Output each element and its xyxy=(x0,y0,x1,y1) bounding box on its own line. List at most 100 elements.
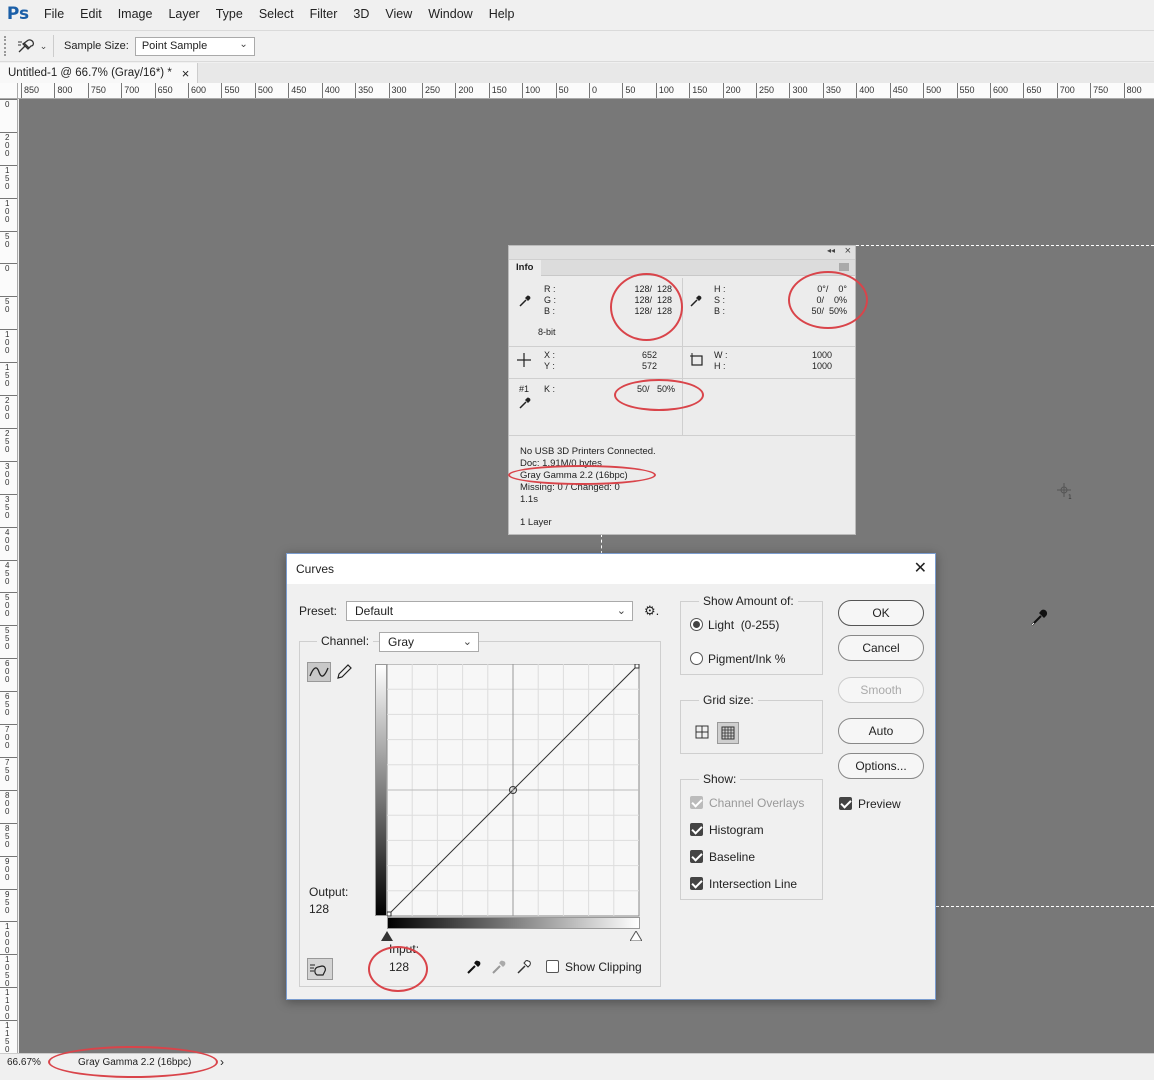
menu-edit[interactable]: Edit xyxy=(72,7,110,21)
preview-checkbox[interactable] xyxy=(839,797,852,810)
preview-label[interactable]: Preview xyxy=(858,797,901,811)
ruler-tick-label: 250 xyxy=(424,85,440,95)
tool-preset-picker[interactable]: ⌄ xyxy=(10,35,54,57)
histogram-checkbox[interactable] xyxy=(690,823,703,836)
show-clipping-label[interactable]: Show Clipping xyxy=(565,960,642,974)
grid-simple-button[interactable] xyxy=(692,722,712,742)
tab-info[interactable]: Info xyxy=(509,260,541,276)
menu-image[interactable]: Image xyxy=(110,7,161,21)
zoom-level[interactable]: 66.67% xyxy=(7,1057,41,1068)
black-eyedropper-icon[interactable] xyxy=(465,958,483,976)
color-sampler-marker-icon[interactable]: 1 xyxy=(1056,482,1074,500)
sample-size-select[interactable]: Point Sample ⌄ xyxy=(134,36,255,56)
collapse-icon[interactable]: ◂◂ xyxy=(827,246,835,255)
ruler-tick-label: 5 0 xyxy=(5,297,10,315)
pencil-icon[interactable] xyxy=(335,663,353,681)
menu-view[interactable]: View xyxy=(377,7,420,21)
h-label: H : xyxy=(714,361,726,371)
close-icon[interactable]: × xyxy=(845,245,851,257)
curves-dialog: Curves ✕ Preset: Default ⌄ ⚙. Channel: G… xyxy=(286,553,936,1000)
close-icon[interactable]: × xyxy=(182,66,190,81)
ruler-tick xyxy=(1056,83,1058,98)
horizontal-ruler[interactable]: 850 800 750 700 650 600 550 500 450 400 350 300 250 2… xyxy=(18,83,1154,99)
selection-marquee-top xyxy=(856,245,1154,246)
ruler-tick xyxy=(0,197,17,199)
channel-overlays-checkbox[interactable] xyxy=(690,796,703,809)
ok-button[interactable]: OK xyxy=(838,600,924,626)
close-icon[interactable]: ✕ xyxy=(914,558,927,578)
intersection-line-checkbox[interactable] xyxy=(690,877,703,890)
light-radio-label[interactable]: Light (0-255) xyxy=(708,618,779,632)
menu-layer[interactable]: Layer xyxy=(160,7,207,21)
curves-titlebar[interactable]: Curves ✕ xyxy=(287,554,935,584)
ruler-tick-label: 250 xyxy=(759,85,775,95)
pigment-radio[interactable] xyxy=(690,652,703,665)
eyedropper-icon xyxy=(519,397,531,409)
ruler-tick xyxy=(589,83,590,98)
menu-select[interactable]: Select xyxy=(251,7,302,21)
status-menu-arrow-icon[interactable]: › xyxy=(220,1055,224,1069)
baseline-checkbox[interactable] xyxy=(690,850,703,863)
ruler-tick xyxy=(0,724,17,726)
grid-detailed-button[interactable] xyxy=(717,722,739,744)
output-value[interactable]: 128 xyxy=(309,902,329,916)
cancel-button[interactable]: Cancel xyxy=(838,635,924,661)
ruler-tick-label: 7 5 0 xyxy=(5,757,10,783)
white-eyedropper-icon[interactable] xyxy=(515,958,533,976)
menu-window[interactable]: Window xyxy=(420,7,480,21)
gear-icon[interactable]: ⚙. xyxy=(644,603,659,619)
curve-graph[interactable] xyxy=(387,664,640,917)
w-label: W : xyxy=(714,350,728,360)
annotation-ellipse-profile xyxy=(508,465,656,485)
edit-points-tool[interactable] xyxy=(307,662,331,682)
ruler-tick xyxy=(822,83,824,98)
info-panel-header[interactable]: ◂◂ × xyxy=(509,245,855,260)
ruler-tick xyxy=(0,131,17,133)
baseline-label[interactable]: Baseline xyxy=(709,850,755,864)
intersection-line-label[interactable]: Intersection Line xyxy=(709,877,797,891)
ruler-tick xyxy=(0,756,17,758)
options-button[interactable]: Options... xyxy=(838,753,924,779)
ruler-tick xyxy=(154,83,156,98)
k-label: K : xyxy=(544,384,556,394)
menu-3d[interactable]: 3D xyxy=(345,7,377,21)
channel-overlays-label[interactable]: Channel Overlays xyxy=(709,796,804,810)
gray-eyedropper-icon[interactable] xyxy=(490,958,508,976)
preset-select[interactable]: Default ⌄ xyxy=(346,601,633,621)
pigment-radio-label[interactable]: Pigment/Ink % xyxy=(708,652,785,666)
menu-help[interactable]: Help xyxy=(481,7,523,21)
ruler-tick-label: 50 xyxy=(625,85,636,95)
smooth-button[interactable]: Smooth xyxy=(838,677,924,703)
ruler-tick-label: 800 xyxy=(57,85,73,95)
light-radio[interactable] xyxy=(690,618,703,631)
ruler-tick-label: 1 0 0 0 xyxy=(5,922,10,956)
menu-file[interactable]: File xyxy=(36,7,72,21)
ruler-tick xyxy=(0,526,17,528)
ruler-tick-label: 1 1 5 0 xyxy=(5,1021,10,1053)
menu-bar: Ps File Edit Image Layer Type Select Fil… xyxy=(0,0,1154,28)
chevron-down-icon: ⌄ xyxy=(239,38,248,50)
histogram-label[interactable]: Histogram xyxy=(709,823,764,837)
vertical-ruler[interactable]: 0 2 0 0 1 5 0 1 0 0 5 0 0 5 0 1 0 0 1 5 0 2 0 0 2 … xyxy=(0,99,18,1053)
chevron-down-icon: ⌄ xyxy=(462,636,472,648)
white-point-slider[interactable] xyxy=(630,931,642,941)
black-point-slider[interactable] xyxy=(381,931,393,941)
target-adjustment-tool[interactable] xyxy=(307,958,333,980)
ruler-tick-label: 100 xyxy=(658,85,674,95)
panel-menu-icon[interactable] xyxy=(839,263,849,271)
svg-text:1: 1 xyxy=(1068,494,1072,500)
eyedropper-icon xyxy=(690,295,702,307)
channel-select[interactable]: Gray ⌄ xyxy=(379,632,479,652)
selection-size-icon xyxy=(690,353,703,366)
menu-filter[interactable]: Filter xyxy=(302,7,346,21)
show-clipping-checkbox[interactable] xyxy=(546,960,559,973)
output-label: Output: xyxy=(309,885,349,899)
ruler-origin[interactable] xyxy=(0,83,18,99)
ruler-tick-label: 350 xyxy=(825,85,841,95)
menu-type[interactable]: Type xyxy=(208,7,251,21)
sample-size-label: Sample Size: xyxy=(64,40,129,52)
auto-button[interactable]: Auto xyxy=(838,718,924,744)
ruler-tick xyxy=(0,888,17,890)
document-tab[interactable]: Untitled-1 @ 66.7% (Gray/16*) * × xyxy=(0,63,199,83)
ruler-tick xyxy=(1023,83,1025,98)
